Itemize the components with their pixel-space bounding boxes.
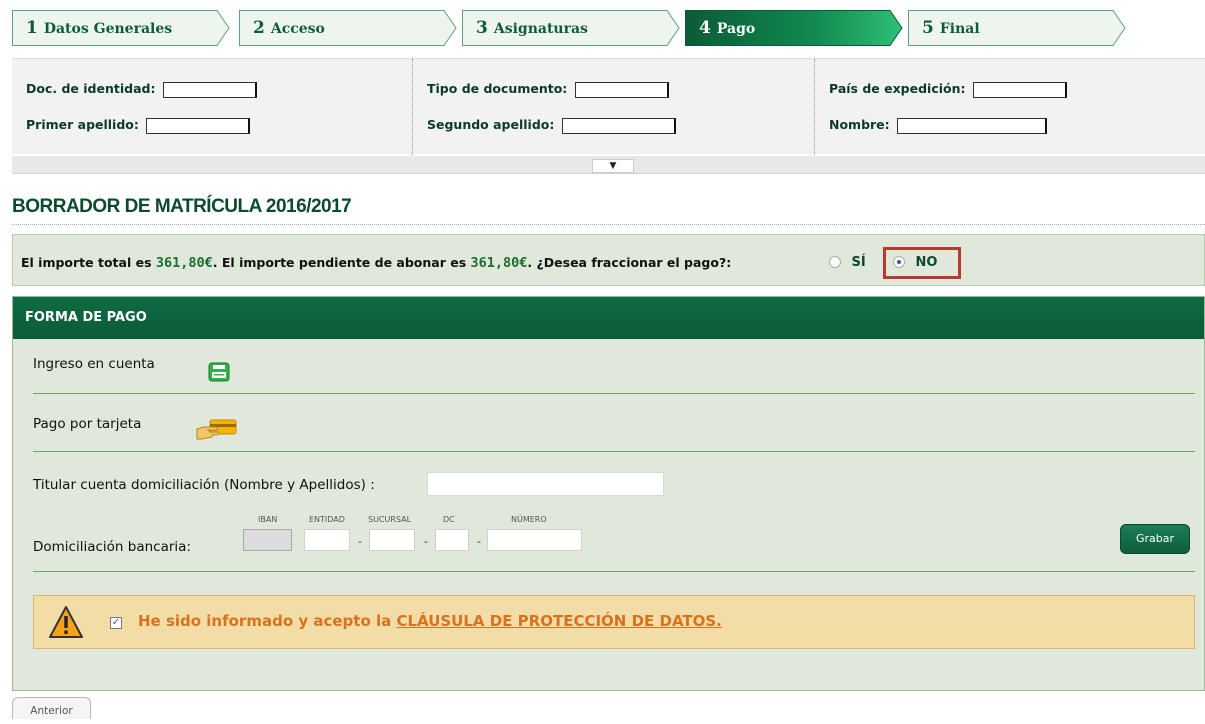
personal-column-2: Tipo de documento: Segundo apellido: [412, 59, 676, 155]
dc-label: DC [443, 515, 455, 524]
step-label: 3 Asignaturas [476, 18, 588, 38]
doc-identidad-row: Doc. de identidad: [26, 81, 257, 98]
payment-header: FORMA DE PAGO [13, 297, 1204, 339]
fraccionar-si-option[interactable]: SÍ [829, 255, 866, 270]
segundo-apellido-row: Segundo apellido: [427, 117, 676, 134]
personal-collapse-bar: ▼ [12, 156, 1205, 174]
step-label: 5 Final [922, 18, 980, 38]
doc-identidad-label: Doc. de identidad: [26, 81, 156, 96]
primer-apellido-row: Primer apellido: [26, 117, 251, 134]
amount-question: . ¿Desea fraccionar el pago?: [527, 255, 732, 270]
pais-expedicion-field [972, 81, 1067, 98]
pais-expedicion-label: País de expedición: [829, 81, 966, 96]
primer-apellido-label: Primer apellido: [26, 117, 139, 132]
printer-icon[interactable] [208, 362, 230, 386]
numero-field[interactable] [487, 529, 582, 551]
nombre-label: Nombre: [829, 117, 890, 132]
personal-column-3: País de expedición: Nombre: [814, 59, 1067, 155]
bank-dash: - [424, 535, 428, 548]
anterior-button[interactable]: Anterior [12, 697, 91, 719]
sucursal-label: SUCURSAL [368, 515, 412, 524]
segundo-apellido-field [561, 117, 676, 134]
step-label: 2 Acceso [253, 18, 325, 38]
iban-field[interactable] [243, 529, 292, 551]
amount-pending: 361,80€ [470, 255, 528, 271]
primer-apellido-field [146, 117, 251, 134]
nombre-row: Nombre: [829, 117, 1048, 134]
warning-icon [48, 605, 84, 643]
amount-total: 361,80€ [155, 255, 213, 271]
tipo-documento-field [574, 81, 669, 98]
tipo-documento-label: Tipo de documento: [427, 81, 568, 96]
divider [33, 451, 1195, 452]
fraccionar-no-option[interactable]: NO [893, 255, 937, 270]
bank-dash: - [477, 535, 481, 548]
divider [33, 393, 1195, 394]
nombre-field [897, 117, 1048, 134]
si-label: SÍ [851, 255, 866, 270]
privacy-clause-link[interactable]: CLÁUSULA DE PROTECCIÓN DE DATOS. [396, 612, 721, 630]
si-radio[interactable] [829, 256, 841, 268]
iban-label: IBAN [258, 515, 278, 524]
grabar-button[interactable]: Grabar [1120, 524, 1190, 554]
pais-expedicion-row: País de expedición: [829, 81, 1067, 98]
step-label: 4 Pago [699, 18, 756, 38]
payment-panel: FORMA DE PAGO Ingreso en cuenta Pago por… [12, 296, 1205, 691]
doc-identidad-field [162, 81, 257, 98]
consent-checkbox[interactable]: ✓ [110, 617, 122, 629]
entidad-field[interactable] [304, 529, 350, 551]
bank-dash: - [358, 535, 362, 548]
numero-label: NÚMERO [511, 515, 547, 524]
no-label: NO [915, 255, 938, 270]
consent-statement: He sido informado y acepto la [138, 612, 392, 630]
tipo-documento-row: Tipo de documento: [427, 81, 669, 98]
divider [33, 571, 1195, 572]
card-payment-icon[interactable] [196, 419, 238, 445]
amount-prefix: El importe total es [21, 255, 152, 270]
wizard-steps: 1 Datos Generales 2 Acceso 3 Asignaturas 4P… [12, 10, 1192, 46]
consent-box: ✓ He sido informado y acepto la CLÁUSULA… [33, 595, 1195, 649]
amount-middle: . El importe pendiente de abonar es [212, 255, 467, 270]
tarjeta-label: Pago por tarjeta [33, 416, 142, 432]
segundo-apellido-label: Segundo apellido: [427, 117, 555, 132]
amount-bar: El importe total es 361,80€. El importe … [12, 234, 1205, 286]
ingreso-label: Ingreso en cuenta [33, 356, 155, 372]
no-radio[interactable] [893, 256, 905, 268]
step-label: 1 Datos Generales [26, 18, 173, 38]
page-title: BORRADOR DE MATRÍCULA 2016/2017 [12, 196, 1205, 225]
titular-label: Titular cuenta domiciliación (Nombre y A… [33, 477, 375, 493]
personal-data-panel: Doc. de identidad: Primer apellido: Tipo… [12, 58, 1205, 155]
entidad-label: ENTIDAD [309, 515, 345, 524]
sucursal-field[interactable] [369, 529, 415, 551]
dc-field[interactable] [435, 529, 469, 551]
amount-text: El importe total es 361,80€. El importe … [21, 255, 731, 271]
consent-text: He sido informado y acepto la CLÁUSULA D… [138, 612, 722, 630]
domiciliacion-label: Domiciliación bancaria: [33, 539, 191, 555]
titular-input[interactable] [427, 472, 664, 496]
chevron-down-icon: ▼ [609, 161, 617, 171]
collapse-toggle-button[interactable]: ▼ [592, 159, 634, 173]
